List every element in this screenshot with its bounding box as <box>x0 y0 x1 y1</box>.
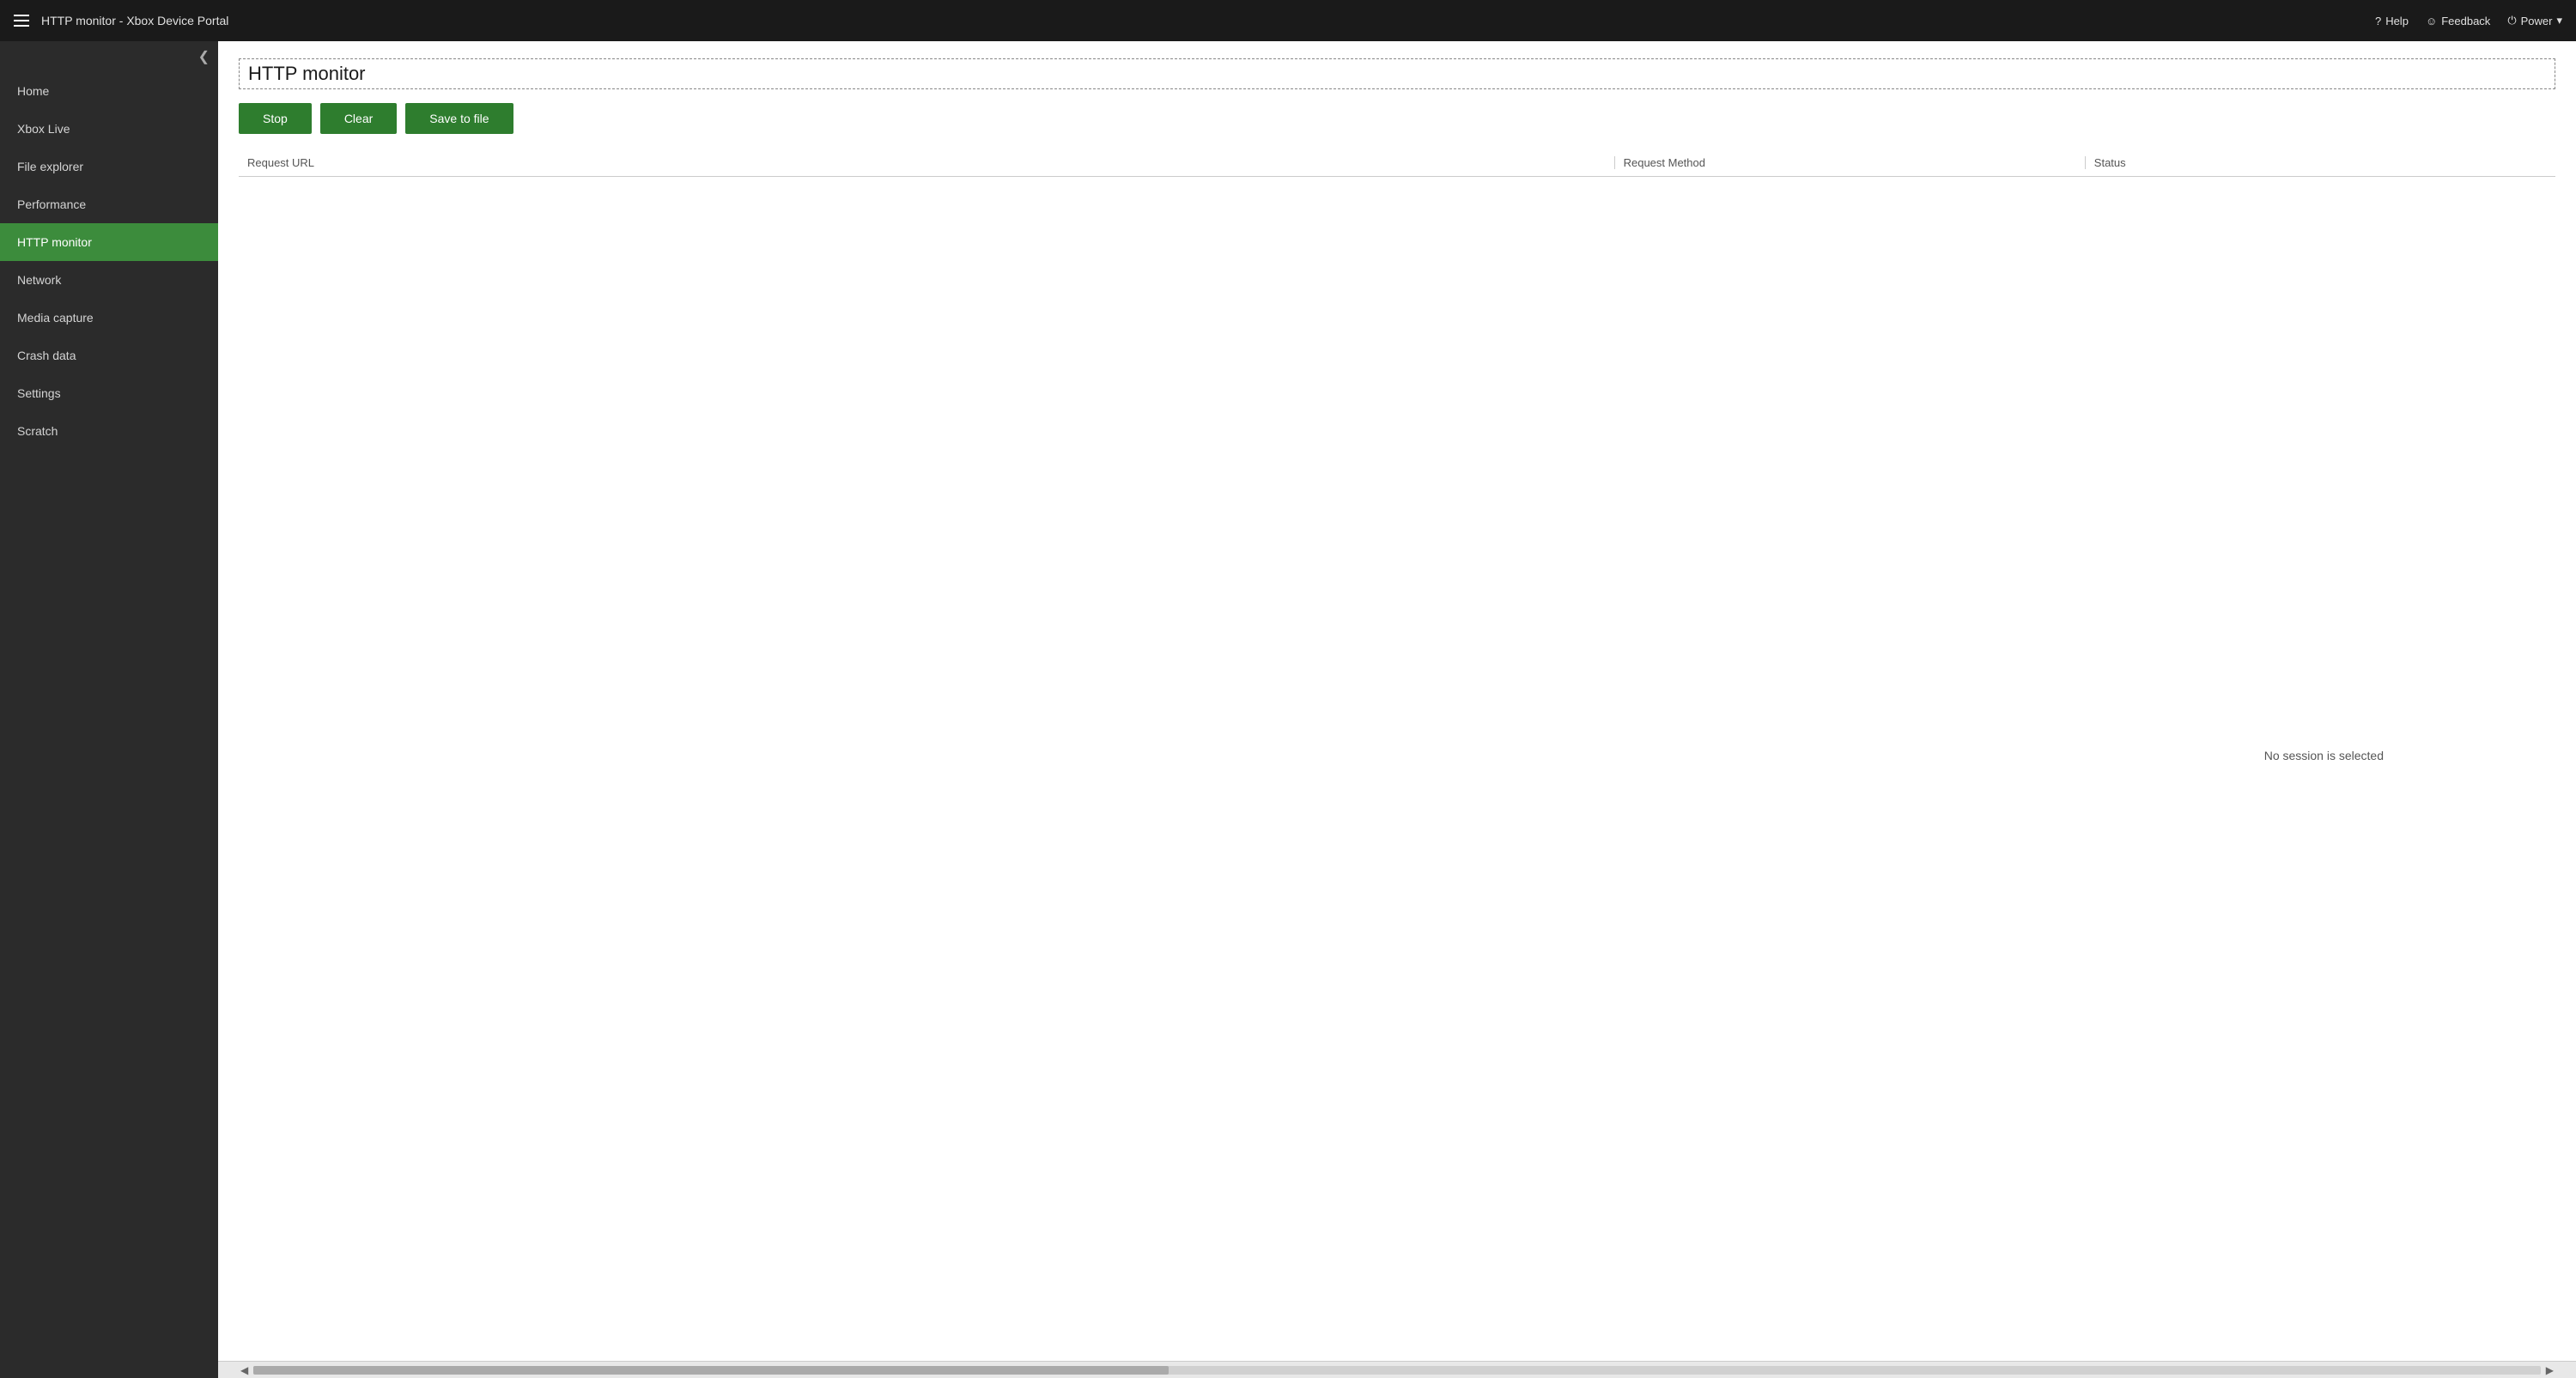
toolbar: Stop Clear Save to file <box>239 103 2555 134</box>
clear-button[interactable]: Clear <box>320 103 397 134</box>
scrollbar-track[interactable] <box>253 1366 2541 1375</box>
help-icon: ? <box>2375 15 2381 27</box>
sidebar-item-xbox-live[interactable]: Xbox Live <box>0 110 218 148</box>
sidebar-item-home[interactable]: Home <box>0 72 218 110</box>
help-button[interactable]: ? Help <box>2375 15 2409 27</box>
titlebar: HTTP monitor - Xbox Device Portal ? Help… <box>0 0 2576 41</box>
power-button[interactable]: ⏻ Power ▾ <box>2507 14 2562 27</box>
save-to-file-button[interactable]: Save to file <box>405 103 513 134</box>
app-body: ❮ Home Xbox Live File explorer Performan… <box>0 41 2576 1378</box>
scroll-right-arrow[interactable]: ▶ <box>2541 1364 2559 1376</box>
sidebar-item-crash-data[interactable]: Crash data <box>0 337 218 374</box>
request-table: Request URL Request Method Status No ses… <box>239 149 2555 1361</box>
sidebar-item-network[interactable]: Network <box>0 261 218 299</box>
sidebar-item-settings[interactable]: Settings <box>0 374 218 412</box>
power-icon: ⏻ <box>2507 14 2516 27</box>
col-header-status: Status <box>2086 156 2555 169</box>
feedback-icon: ☺ <box>2426 15 2437 27</box>
titlebar-right: ? Help ☺ Feedback ⏻ Power ▾ <box>2375 14 2562 27</box>
sidebar-item-scratch[interactable]: Scratch <box>0 412 218 450</box>
no-session-message: No session is selected <box>2264 749 2384 762</box>
table-header: Request URL Request Method Status <box>239 149 2555 177</box>
col-header-url: Request URL <box>239 156 1614 169</box>
power-chevron-icon: ▾ <box>2556 14 2562 27</box>
stop-button[interactable]: Stop <box>239 103 312 134</box>
page-title: HTTP monitor <box>239 58 2555 89</box>
titlebar-left: HTTP monitor - Xbox Device Portal <box>14 14 228 27</box>
hamburger-menu[interactable] <box>14 15 29 27</box>
main-content: HTTP monitor Stop Clear Save to file Req… <box>218 41 2576 1378</box>
scroll-left-arrow[interactable]: ◀ <box>235 1364 253 1376</box>
sidebar-item-http-monitor[interactable]: HTTP monitor <box>0 223 218 261</box>
sidebar: ❮ Home Xbox Live File explorer Performan… <box>0 41 218 1378</box>
sidebar-item-performance[interactable]: Performance <box>0 185 218 223</box>
col-header-method: Request Method <box>1615 156 2085 169</box>
sidebar-collapse-button[interactable]: ❮ <box>0 41 218 72</box>
sidebar-item-media-capture[interactable]: Media capture <box>0 299 218 337</box>
horizontal-scrollbar[interactable]: ◀ ▶ <box>218 1361 2576 1378</box>
sidebar-item-file-explorer[interactable]: File explorer <box>0 148 218 185</box>
scrollbar-thumb[interactable] <box>253 1366 1168 1375</box>
titlebar-title: HTTP monitor - Xbox Device Portal <box>41 14 228 27</box>
main-inner: HTTP monitor Stop Clear Save to file Req… <box>218 41 2576 1361</box>
feedback-button[interactable]: ☺ Feedback <box>2426 15 2490 27</box>
